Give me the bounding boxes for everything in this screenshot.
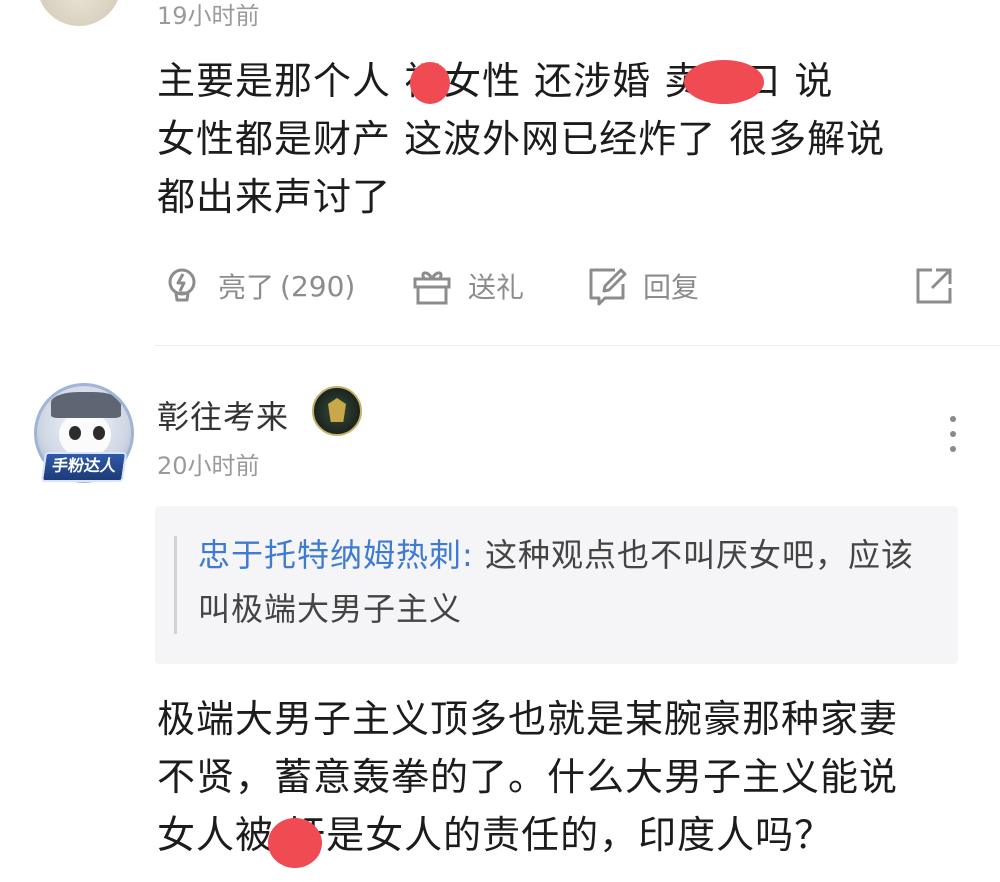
gift-icon	[413, 271, 451, 305]
username[interactable]: 彰往考来	[157, 392, 289, 438]
dot	[950, 446, 956, 452]
quoted-comment[interactable]: 忠于托特纳姆热刺: 这种观点也不叫厌女吧，应该叫极端大男子主义	[155, 506, 958, 664]
comment-line: 不贤，蓄意轰拳的了。什么大男子主义能说	[157, 755, 899, 799]
like-button[interactable]: 亮了 (290)	[160, 262, 355, 310]
comment-time: 19小时前	[157, 2, 260, 30]
level-badge-icon[interactable]	[312, 386, 362, 436]
share-button[interactable]	[912, 262, 956, 310]
divider	[155, 345, 1000, 346]
quote-author[interactable]: 忠于托特纳姆热刺:	[198, 536, 474, 574]
comment-line: 极端大男子主义顶多也就是某腕豪那种家妻	[157, 697, 899, 741]
avatar-eye	[93, 426, 105, 440]
comment-line: 都出来声讨了	[157, 175, 392, 219]
quote-text: 忠于托特纳姆热刺: 这种观点也不叫厌女吧，应该叫极端大男子主义	[198, 528, 938, 636]
gift-button[interactable]: 送礼	[410, 262, 524, 310]
redaction-mark	[268, 818, 322, 868]
like-count: (290)	[280, 269, 356, 303]
comment-line: 女性都是财产 这波外网已经炸了 很多解说	[157, 117, 886, 161]
reply-button[interactable]: 回复	[585, 262, 699, 310]
share-icon	[916, 268, 952, 304]
gift-label: 送礼	[468, 271, 525, 304]
comment-text: 主要是那个人 视女性 还涉婚 卖人口 说 女性都是财产 这波外网已经炸了 很多解…	[157, 52, 957, 226]
avatar[interactable]	[37, 0, 121, 26]
avatar-eye	[69, 426, 81, 440]
quote-bar	[174, 536, 177, 634]
lightbulb-icon	[168, 268, 196, 302]
avatar-hat	[51, 392, 121, 418]
comment-time: 20小时前	[157, 452, 260, 480]
reply-edit-icon	[589, 268, 627, 306]
comment-line: 主要是那个人 视女性 还涉婚 卖人口 说	[157, 59, 834, 103]
redaction-mark	[410, 62, 450, 104]
redaction-mark	[684, 60, 764, 104]
more-vertical-icon[interactable]	[943, 414, 963, 454]
dot	[950, 431, 956, 437]
reply-label: 回复	[643, 271, 700, 304]
dot	[950, 416, 956, 422]
avatar-badge: 手粉达人	[40, 452, 128, 482]
like-label: 亮了	[218, 271, 275, 304]
